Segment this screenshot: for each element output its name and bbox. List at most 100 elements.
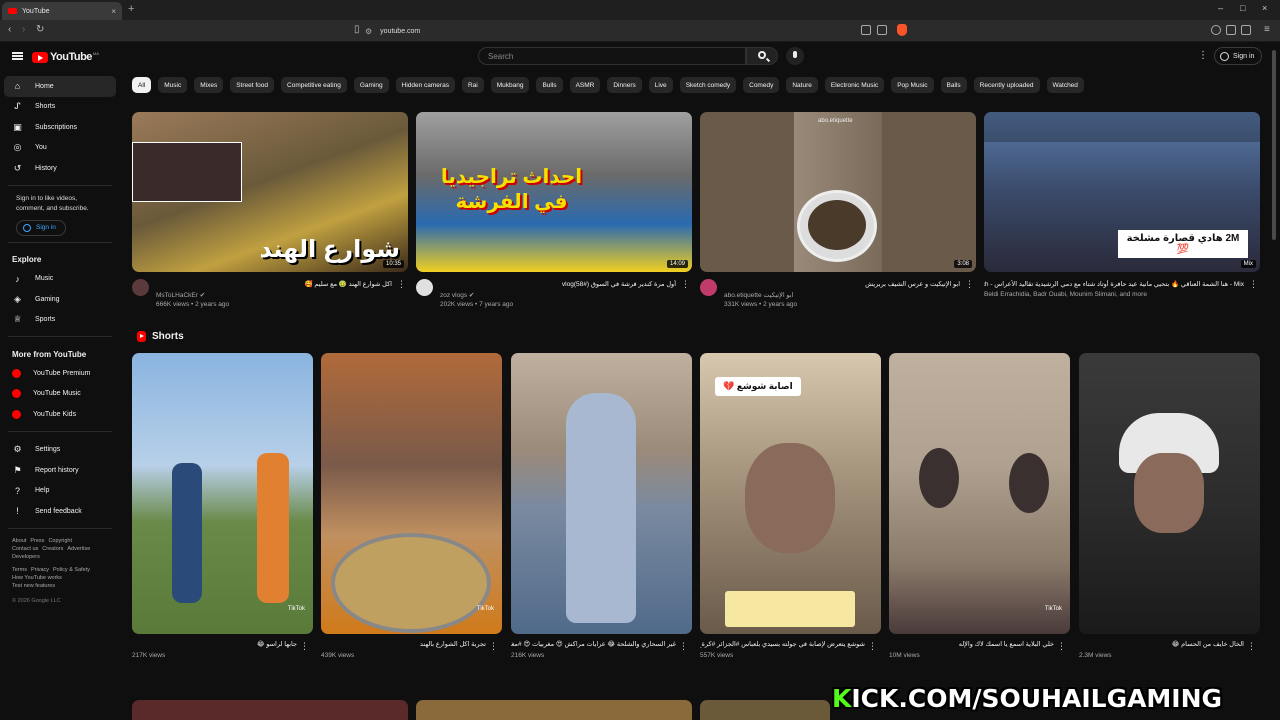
maximize-button[interactable]: □ bbox=[1240, 3, 1245, 13]
chip-watched[interactable]: Watched bbox=[1046, 77, 1084, 93]
footer-link[interactable]: Privacy bbox=[31, 567, 49, 573]
short-title[interactable]: تجربة اكل الشوارع بالهند bbox=[321, 640, 502, 649]
short-thumbnail[interactable] bbox=[511, 353, 692, 634]
chip-dinners[interactable]: Dinners bbox=[607, 77, 642, 93]
chip-live[interactable]: Live bbox=[648, 77, 673, 93]
video-thumbnail[interactable]: 2M هادي قصارة مشلخة 💯 Mix bbox=[984, 112, 1260, 272]
sidebar-item-you[interactable]: ◎ You bbox=[4, 138, 116, 159]
sidebar-item-help[interactable]: ? Help bbox=[4, 481, 116, 502]
extension-icon[interactable] bbox=[1211, 25, 1221, 35]
footer-link[interactable]: How YouTube works bbox=[12, 575, 62, 581]
tab-close-icon[interactable]: × bbox=[111, 7, 116, 16]
more-actions-icon[interactable]: ⋮ bbox=[1057, 641, 1066, 652]
footer-link[interactable]: Creators bbox=[42, 546, 63, 552]
chip-mukbang[interactable]: Mukbang bbox=[490, 77, 530, 93]
short-title[interactable]: شوشع يتعرض لإصابة في جولته بسيدي بلعباس … bbox=[700, 640, 881, 649]
footer-link[interactable]: Copyright bbox=[48, 538, 72, 544]
channel-avatar[interactable] bbox=[700, 279, 717, 296]
short-card[interactable]: TikTok جابها لراسو 😂 217K views ⋮ bbox=[132, 353, 313, 659]
short-card[interactable]: غير السحاري والشلحة 😂 عرايات مراكش 😍 مغر… bbox=[511, 353, 692, 659]
chip-comedy[interactable]: Comedy bbox=[743, 77, 780, 93]
search-button[interactable] bbox=[746, 47, 778, 65]
short-card[interactable]: TikTok خلي البلاية اسمع يا اسمك لاك والإ… bbox=[889, 353, 1070, 659]
footer-link[interactable]: Test new features bbox=[12, 583, 55, 589]
video-thumbnail[interactable]: احداث تراجيديا في الفرشة 14:09 bbox=[416, 112, 692, 272]
bookmark-icon[interactable]: ▯ bbox=[354, 24, 360, 35]
video-card[interactable]: شوارع الهند 10:35 اكل شوارع الهند 🤢 مع س… bbox=[132, 112, 408, 319]
channel-name[interactable]: abo.etiquette ابو الإتيكيت bbox=[724, 291, 793, 299]
search-input[interactable]: Search bbox=[478, 47, 746, 65]
more-actions-icon[interactable]: ⋮ bbox=[300, 641, 309, 652]
short-card[interactable]: اصابة شوشع 💔 شوشع يتعرض لإصابة في جولته … bbox=[700, 353, 881, 659]
channel-name[interactable]: zoz vlogs ✔ bbox=[440, 291, 474, 299]
puzzle-icon[interactable] bbox=[1226, 25, 1236, 35]
more-actions-icon[interactable]: ⋮ bbox=[965, 279, 974, 290]
chip-sketch-comedy[interactable]: Sketch comedy bbox=[679, 77, 737, 93]
footer-link[interactable]: Advertise bbox=[67, 546, 90, 552]
sidebar-item-sports[interactable]: ♕ Sports bbox=[4, 310, 116, 331]
video-card[interactable]: احداث تراجيديا في الفرشة 14:09 أول مرة ك… bbox=[416, 112, 692, 319]
video-thumbnail-peek[interactable] bbox=[416, 700, 692, 720]
channel-name[interactable]: MsToLHaCkEr ✔ bbox=[156, 291, 205, 299]
chip-rai[interactable]: Rai bbox=[461, 77, 484, 93]
footer-link[interactable]: Press bbox=[30, 538, 44, 544]
sidebar-item-music-app[interactable]: YouTube Music bbox=[4, 384, 116, 405]
wallet-icon[interactable] bbox=[1241, 25, 1251, 35]
short-thumbnail[interactable]: TikTok bbox=[321, 353, 502, 634]
chip-nature[interactable]: Nature bbox=[786, 77, 818, 93]
minimize-button[interactable]: – bbox=[1218, 3, 1223, 13]
new-tab-button[interactable]: + bbox=[128, 3, 134, 15]
channel-avatar[interactable] bbox=[132, 279, 149, 296]
chip-hidden-cameras[interactable]: Hidden cameras bbox=[395, 77, 455, 93]
short-card[interactable]: TikTok تجربة اكل الشوارع بالهند 439K vie… bbox=[321, 353, 502, 659]
chip-all[interactable]: All bbox=[132, 77, 152, 93]
chip-competitive-eating[interactable]: Competitive eating bbox=[281, 77, 347, 93]
chip-pop-music[interactable]: Pop Music bbox=[891, 77, 934, 93]
video-thumbnail-peek[interactable] bbox=[700, 700, 830, 720]
channel-avatar[interactable] bbox=[416, 279, 433, 296]
more-actions-icon[interactable]: ⋮ bbox=[1247, 641, 1256, 652]
chip-gaming[interactable]: Gaming bbox=[353, 77, 389, 93]
video-thumbnail[interactable]: شوارع الهند 10:35 bbox=[132, 112, 408, 272]
more-actions-icon[interactable]: ⋮ bbox=[489, 641, 498, 652]
more-actions-icon[interactable]: ⋮ bbox=[1249, 279, 1258, 290]
site-info-icon[interactable]: ⚙ bbox=[365, 27, 372, 36]
short-title[interactable]: غير السحاري والشلحة 😂 عرايات مراكش 😍 مغر… bbox=[511, 640, 692, 649]
video-title[interactable]: أول مرة كندير فرشة في السوق (vlog(58# bbox=[440, 280, 676, 289]
chip-bulls[interactable]: Bulls bbox=[536, 77, 563, 93]
forward-icon[interactable]: › bbox=[22, 24, 25, 35]
video-title[interactable]: ابو الإتيكيت و عرس الشيف بربريش bbox=[724, 280, 960, 289]
more-actions-icon[interactable]: ⋮ bbox=[679, 641, 688, 652]
sidebar-item-settings[interactable]: ⚙ Settings bbox=[4, 440, 116, 461]
video-thumbnail[interactable]: abo.etiquette 3:08 bbox=[700, 112, 976, 272]
short-thumbnail[interactable]: اصابة شوشع 💔 bbox=[700, 353, 881, 634]
video-title[interactable]: Mix - هنا الشمة العناقي 🔥 بتحيي مانية عي… bbox=[984, 280, 1244, 289]
sidebar-item-subscriptions[interactable]: ▣ Subscriptions bbox=[4, 117, 116, 138]
browser-tab[interactable]: YouTube × bbox=[2, 2, 122, 20]
sidebar-item-feedback[interactable]: ! Send feedback bbox=[4, 501, 116, 522]
chip-music[interactable]: Music bbox=[158, 77, 188, 93]
menu-icon[interactable]: ≡ bbox=[1264, 24, 1270, 35]
short-title[interactable]: الخال خايف من الحسام 😂 bbox=[1079, 640, 1260, 649]
chip-mixes[interactable]: Mixes bbox=[194, 77, 224, 93]
more-actions-icon[interactable]: ⋮ bbox=[868, 641, 877, 652]
footer-link[interactable]: About bbox=[12, 538, 26, 544]
footer-link[interactable]: Developers bbox=[12, 554, 40, 560]
brave-shield-icon[interactable] bbox=[897, 24, 907, 36]
footer-link[interactable]: Contact us bbox=[12, 546, 38, 552]
channel-name[interactable]: Beldi Errachidia, Badr Ouabi, Mounim Sli… bbox=[984, 291, 1147, 298]
back-icon[interactable]: ‹ bbox=[8, 24, 11, 35]
short-thumbnail[interactable]: TikTok bbox=[889, 353, 1070, 634]
more-actions-icon[interactable]: ⋮ bbox=[681, 279, 690, 290]
settings-kebab-icon[interactable]: ⋮ bbox=[1198, 50, 1208, 61]
sidebar-item-history[interactable]: ↺ History bbox=[4, 158, 116, 179]
short-title[interactable]: جابها لراسو 😂 bbox=[132, 640, 313, 649]
chip-recently-uploaded[interactable]: Recently uploaded bbox=[973, 77, 1040, 93]
sidebar-item-gaming[interactable]: ◈ Gaming bbox=[4, 289, 116, 310]
sidebar-item-shorts[interactable]: ᔑ Shorts bbox=[4, 97, 116, 118]
short-thumbnail[interactable]: TikTok bbox=[132, 353, 313, 634]
sidebar-item-music[interactable]: ♪ Music bbox=[4, 269, 116, 290]
short-title[interactable]: خلي البلاية اسمع يا اسمك لاك والإله bbox=[889, 640, 1070, 649]
more-actions-icon[interactable]: ⋮ bbox=[397, 279, 406, 290]
video-card[interactable]: abo.etiquette 3:08 ابو الإتيكيت و عرس ال… bbox=[700, 112, 976, 319]
